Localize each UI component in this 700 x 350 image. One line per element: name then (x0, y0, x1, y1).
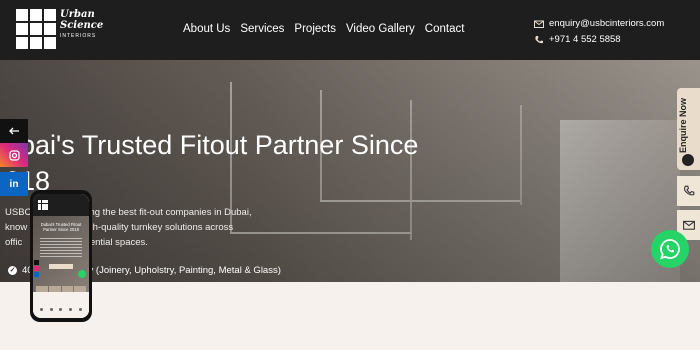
whatsapp-icon (660, 239, 680, 260)
call-button[interactable] (677, 176, 700, 206)
mail-icon (534, 20, 544, 28)
logo-mark (38, 200, 48, 210)
phone-icon (683, 185, 694, 196)
check-icon: ✓ (8, 266, 17, 275)
phone-link[interactable]: +971 4 552 5858 (534, 32, 664, 48)
nav-projects[interactable]: Projects (294, 23, 336, 35)
enquire-dot-icon (682, 154, 694, 166)
logo-text: Urban Science INTERIORS (60, 9, 104, 39)
main-nav: About Us Services Projects Video Gallery… (183, 23, 464, 35)
whatsapp-icon (78, 270, 86, 278)
social-toggle-button[interactable] (0, 119, 28, 143)
arrow-left-icon (9, 127, 19, 135)
linkedin-link[interactable]: in (0, 172, 28, 196)
phone-text: +971 4 552 5858 (549, 34, 621, 45)
linkedin-icon: in (9, 178, 19, 190)
phone-icon (535, 36, 543, 44)
email-text: enquiry@usbcinteriors.com (549, 18, 665, 29)
email-link[interactable]: enquiry@usbcinteriors.com (534, 16, 664, 32)
nav-video-gallery[interactable]: Video Gallery (346, 23, 415, 35)
logo-mark (16, 9, 56, 49)
mobile-preview-toolbar (37, 308, 85, 314)
instagram-link[interactable] (0, 143, 28, 167)
whatsapp-button[interactable] (651, 230, 689, 268)
hero-section: ubai's Trusted Fitout Partner Since 018 … (0, 60, 700, 282)
instagram-icon (8, 149, 20, 161)
mobile-preview-header (33, 194, 89, 216)
enquire-now-button[interactable]: Enquire Now (677, 88, 700, 170)
logo[interactable]: Urban Science INTERIORS (16, 9, 103, 51)
hero-title: ubai's Trusted Fitout Partner Since 018 (5, 130, 419, 196)
mail-icon (682, 220, 695, 230)
header-contact: enquiry@usbcinteriors.com +971 4 552 585… (534, 16, 664, 48)
nav-about-us[interactable]: About Us (183, 23, 230, 35)
nav-services[interactable]: Services (240, 23, 284, 35)
section-below-hero (0, 282, 700, 350)
mobile-preview-title: Dubai's Trusted Fitout Partner Since 201… (40, 222, 82, 232)
nav-contact[interactable]: Contact (425, 23, 465, 35)
mobile-preview-button (49, 264, 73, 269)
mobile-preview-screen: Dubai's Trusted Fitout Partner Since 201… (33, 194, 89, 318)
mobile-preview-hero: Dubai's Trusted Fitout Partner Since 201… (33, 216, 89, 296)
site-header: Urban Science INTERIORS About Us Service… (0, 0, 700, 60)
mobile-preview: Dubai's Trusted Fitout Partner Since 201… (30, 190, 92, 322)
